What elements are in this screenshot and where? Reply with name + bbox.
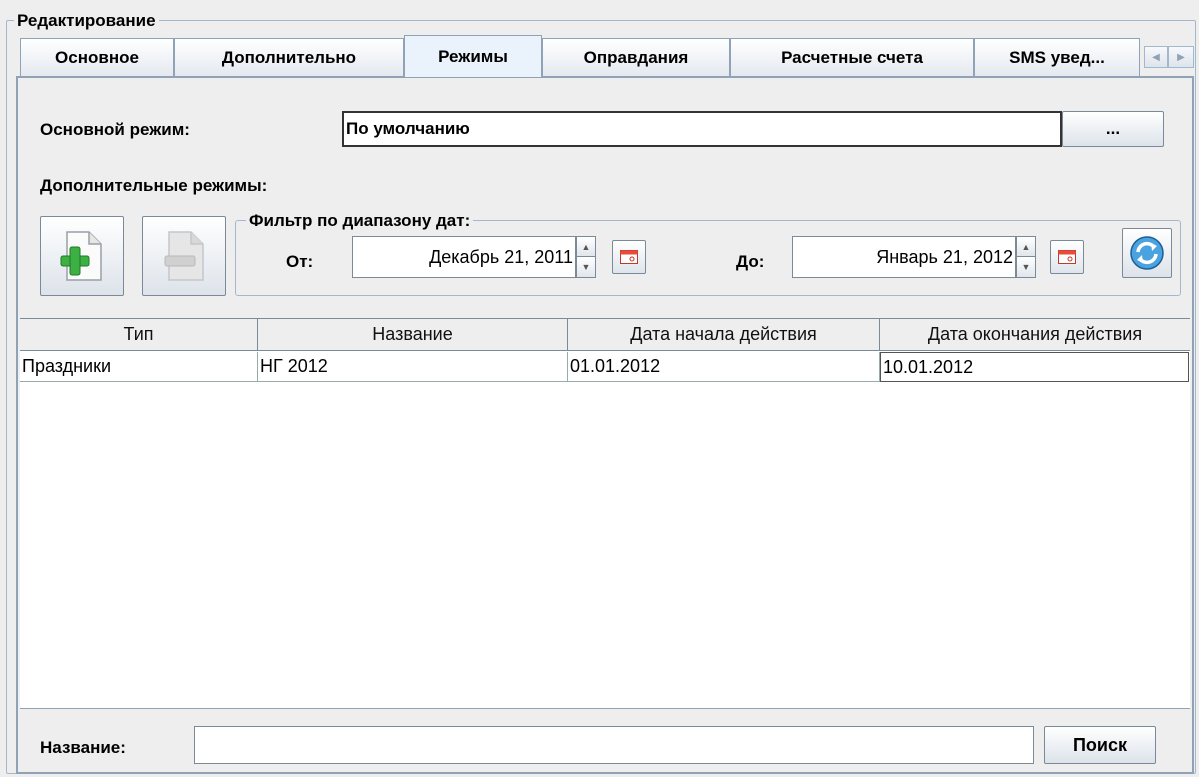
to-date-spinner[interactable]: ▲ ▼ [1016, 236, 1036, 278]
spinner-up-icon[interactable]: ▲ [1017, 237, 1035, 257]
tab-scroll-right-icon[interactable]: ▶ [1168, 46, 1194, 68]
remove-mode-button[interactable] [142, 216, 226, 296]
to-date-value: Январь 21, 2012 [876, 246, 1013, 267]
column-header-type[interactable]: Тип [20, 319, 258, 351]
spinner-down-icon[interactable]: ▼ [1017, 257, 1035, 277]
add-mode-button[interactable] [40, 216, 124, 296]
remove-document-icon [164, 231, 204, 281]
tab-modes[interactable]: Режимы [404, 35, 542, 77]
main-mode-field: По умолчанию [342, 111, 1062, 147]
from-date-spinner[interactable]: ▲ ▼ [576, 236, 596, 278]
column-header-end-date[interactable]: Дата окончания действия [880, 319, 1190, 351]
to-calendar-button[interactable] [1050, 240, 1084, 274]
tab-scroll-left-icon[interactable]: ◀ [1144, 46, 1168, 68]
tab-additional[interactable]: Дополнительно [174, 38, 404, 76]
refresh-button[interactable] [1122, 228, 1172, 278]
spinner-up-icon[interactable]: ▲ [577, 237, 595, 257]
tab-excuses[interactable]: Оправдания [542, 38, 730, 76]
date-filter-title: Фильтр по диапазону дат: [246, 210, 474, 232]
search-button[interactable]: Поиск [1044, 726, 1156, 764]
table-cell-end-date[interactable]: 10.01.2012 [880, 352, 1189, 382]
column-header-start-date[interactable]: Дата начала действия [568, 319, 880, 351]
main-mode-value: По умолчанию [346, 119, 470, 138]
add-document-icon [60, 231, 102, 281]
from-date-field[interactable]: Декабрь 21, 2011 [352, 236, 576, 278]
table-bottom-divider [20, 708, 1190, 709]
search-input[interactable] [194, 726, 1034, 764]
table-cell-type[interactable]: Праздники [20, 352, 258, 382]
editing-group-title: Редактирование [14, 10, 159, 32]
calendar-icon [1058, 250, 1076, 264]
from-date-value: Декабрь 21, 2011 [429, 246, 573, 267]
main-mode-browse-button[interactable]: ... [1062, 111, 1164, 147]
from-label: От: [286, 252, 314, 271]
tab-bank-accounts[interactable]: Расчетные счета [730, 38, 974, 76]
to-date-field[interactable]: Январь 21, 2012 [792, 236, 1016, 278]
modes-table: Тип Название Дата начала действия Дата о… [20, 318, 1190, 708]
search-label: Название: [40, 738, 126, 757]
spinner-down-icon[interactable]: ▼ [577, 257, 595, 277]
table-cell-start-date[interactable]: 01.01.2012 [568, 352, 880, 382]
from-calendar-button[interactable] [612, 240, 646, 274]
additional-modes-label: Дополнительные режимы: [40, 176, 268, 195]
column-header-name[interactable]: Название [258, 319, 568, 351]
tab-main[interactable]: Основное [20, 38, 174, 76]
main-mode-label: Основной режим: [40, 120, 190, 139]
calendar-icon [620, 250, 638, 264]
table-cell-name[interactable]: НГ 2012 [258, 352, 568, 382]
to-label: До: [736, 252, 765, 271]
tab-sms[interactable]: SMS увед... [974, 38, 1140, 76]
refresh-icon [1130, 236, 1164, 270]
